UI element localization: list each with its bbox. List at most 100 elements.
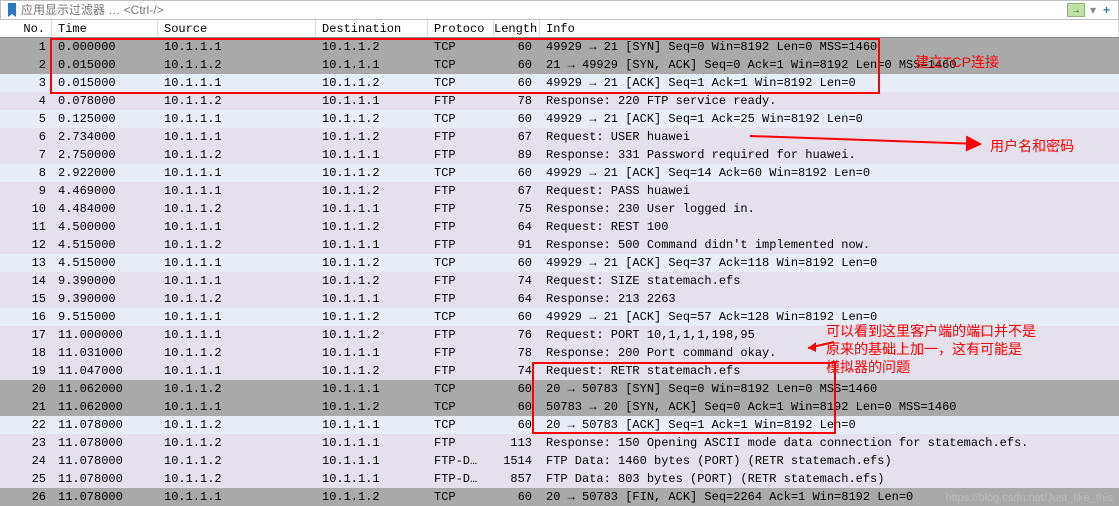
col-source[interactable]: Source (158, 20, 316, 37)
packet-row[interactable]: 1811.03100010.1.1.210.1.1.1FTP78Response… (0, 344, 1119, 362)
cell-time: 0.015000 (52, 74, 158, 92)
col-info[interactable]: Info (540, 20, 1119, 37)
packet-row[interactable]: 30.01500010.1.1.110.1.1.2TCP6049929 → 21… (0, 74, 1119, 92)
cell-length: 60 (494, 416, 540, 434)
cell-no: 16 (0, 308, 52, 326)
cell-source: 10.1.1.1 (158, 272, 316, 290)
expression-chip[interactable]: → (1067, 3, 1085, 17)
dropdown-icon[interactable]: ▾ (1087, 3, 1099, 17)
cell-protocol: TCP (428, 254, 494, 272)
packet-row[interactable]: 169.51500010.1.1.110.1.1.2TCP6049929 → 2… (0, 308, 1119, 326)
cell-info: FTP Data: 1460 bytes (PORT) (RETR statem… (540, 452, 1119, 470)
packet-row[interactable]: 2211.07800010.1.1.210.1.1.1TCP6020 → 507… (0, 416, 1119, 434)
cell-source: 10.1.1.1 (158, 326, 316, 344)
cell-time: 4.515000 (52, 236, 158, 254)
cell-length: 64 (494, 290, 540, 308)
packet-row[interactable]: 104.48400010.1.1.210.1.1.1FTP75Response:… (0, 200, 1119, 218)
packet-row[interactable]: 114.50000010.1.1.110.1.1.2FTP64Request: … (0, 218, 1119, 236)
cell-source: 10.1.1.2 (158, 344, 316, 362)
cell-protocol: FTP (428, 326, 494, 344)
cell-protocol: TCP (428, 380, 494, 398)
packet-row[interactable]: 149.39000010.1.1.110.1.1.2FTP74Request: … (0, 272, 1119, 290)
cell-no: 4 (0, 92, 52, 110)
packet-row[interactable]: 82.92200010.1.1.110.1.1.2TCP6049929 → 21… (0, 164, 1119, 182)
cell-protocol: TCP (428, 110, 494, 128)
packet-row[interactable]: 72.75000010.1.1.210.1.1.1FTP89Response: … (0, 146, 1119, 164)
cell-length: 60 (494, 254, 540, 272)
cell-info: Request: REST 100 (540, 218, 1119, 236)
cell-length: 75 (494, 200, 540, 218)
cell-source: 10.1.1.1 (158, 362, 316, 380)
cell-protocol: FTP (428, 146, 494, 164)
cell-time: 0.000000 (52, 38, 158, 56)
col-length[interactable]: Length (494, 20, 540, 37)
packet-row[interactable]: 62.73400010.1.1.110.1.1.2FTP67Request: U… (0, 128, 1119, 146)
cell-source: 10.1.1.1 (158, 128, 316, 146)
packet-row[interactable]: 2311.07800010.1.1.210.1.1.1FTP113Respons… (0, 434, 1119, 452)
packet-row[interactable]: 2011.06200010.1.1.210.1.1.1TCP6020 → 507… (0, 380, 1119, 398)
cell-destination: 10.1.1.1 (316, 56, 428, 74)
cell-info: Response: 220 FTP service ready. (540, 92, 1119, 110)
packet-row[interactable]: 134.51500010.1.1.110.1.1.2TCP6049929 → 2… (0, 254, 1119, 272)
cell-info: 49929 → 21 [ACK] Seq=14 Ack=60 Win=8192 … (540, 164, 1119, 182)
packet-row[interactable]: 1711.00000010.1.1.110.1.1.2FTP76Request:… (0, 326, 1119, 344)
column-header-row[interactable]: No. Time Source Destination Protoco Leng… (0, 20, 1119, 38)
packet-row[interactable]: 40.07800010.1.1.210.1.1.1FTP78Response: … (0, 92, 1119, 110)
cell-protocol: FTP (428, 128, 494, 146)
packet-row[interactable]: 94.46900010.1.1.110.1.1.2FTP67Request: P… (0, 182, 1119, 200)
cell-time: 4.500000 (52, 218, 158, 236)
cell-source: 10.1.1.2 (158, 56, 316, 74)
cell-time: 11.062000 (52, 380, 158, 398)
add-filter-button[interactable]: + (1099, 3, 1114, 17)
packet-row[interactable]: 1911.04700010.1.1.110.1.1.2FTP74Request:… (0, 362, 1119, 380)
cell-protocol: TCP (428, 488, 494, 506)
cell-protocol: FTP (428, 434, 494, 452)
cell-time: 9.390000 (52, 272, 158, 290)
cell-time: 11.031000 (52, 344, 158, 362)
cell-protocol: TCP (428, 416, 494, 434)
cell-time: 2.750000 (52, 146, 158, 164)
cell-length: 78 (494, 344, 540, 362)
cell-time: 0.078000 (52, 92, 158, 110)
packet-row[interactable]: 20.01500010.1.1.210.1.1.1TCP6021 → 49929… (0, 56, 1119, 74)
cell-destination: 10.1.1.1 (316, 344, 428, 362)
cell-time: 4.469000 (52, 182, 158, 200)
cell-time: 9.515000 (52, 308, 158, 326)
packet-row[interactable]: 2511.07800010.1.1.210.1.1.1FTP-D…857FTP … (0, 470, 1119, 488)
cell-protocol: TCP (428, 308, 494, 326)
cell-no: 24 (0, 452, 52, 470)
cell-protocol: TCP (428, 38, 494, 56)
cell-no: 19 (0, 362, 52, 380)
cell-destination: 10.1.1.1 (316, 452, 428, 470)
cell-info: 20 → 50783 [ACK] Seq=1 Ack=1 Win=8192 Le… (540, 416, 1119, 434)
cell-info: Response: 500 Command didn't implemented… (540, 236, 1119, 254)
cell-source: 10.1.1.1 (158, 74, 316, 92)
cell-no: 6 (0, 128, 52, 146)
packet-row[interactable]: 2111.06200010.1.1.110.1.1.2TCP6050783 → … (0, 398, 1119, 416)
display-filter-input[interactable] (19, 3, 1065, 17)
packet-row[interactable]: 50.12500010.1.1.110.1.1.2TCP6049929 → 21… (0, 110, 1119, 128)
cell-time: 11.078000 (52, 452, 158, 470)
packet-row[interactable]: 124.51500010.1.1.210.1.1.1FTP91Response:… (0, 236, 1119, 254)
cell-no: 3 (0, 74, 52, 92)
cell-source: 10.1.1.1 (158, 38, 316, 56)
col-time[interactable]: Time (52, 20, 158, 37)
cell-protocol: TCP (428, 56, 494, 74)
col-protocol[interactable]: Protoco (428, 20, 494, 37)
cell-destination: 10.1.1.2 (316, 128, 428, 146)
cell-time: 11.078000 (52, 434, 158, 452)
cell-info: 20 → 50783 [SYN] Seq=0 Win=8192 Len=0 MS… (540, 380, 1119, 398)
cell-info: Request: PORT 10,1,1,1,198,95 (540, 326, 1119, 344)
cell-length: 60 (494, 164, 540, 182)
cell-info: Request: SIZE statemach.efs (540, 272, 1119, 290)
packet-row[interactable]: 10.00000010.1.1.110.1.1.2TCP6049929 → 21… (0, 38, 1119, 56)
col-no[interactable]: No. (0, 20, 52, 37)
cell-length: 89 (494, 146, 540, 164)
bookmark-icon[interactable] (5, 3, 19, 17)
cell-no: 17 (0, 326, 52, 344)
watermark: https://blog.csdn.net/Just_like_this (945, 492, 1113, 504)
packet-row[interactable]: 2411.07800010.1.1.210.1.1.1FTP-D…1514FTP… (0, 452, 1119, 470)
col-destination[interactable]: Destination (316, 20, 428, 37)
cell-time: 11.078000 (52, 488, 158, 506)
packet-row[interactable]: 159.39000010.1.1.210.1.1.1FTP64Response:… (0, 290, 1119, 308)
